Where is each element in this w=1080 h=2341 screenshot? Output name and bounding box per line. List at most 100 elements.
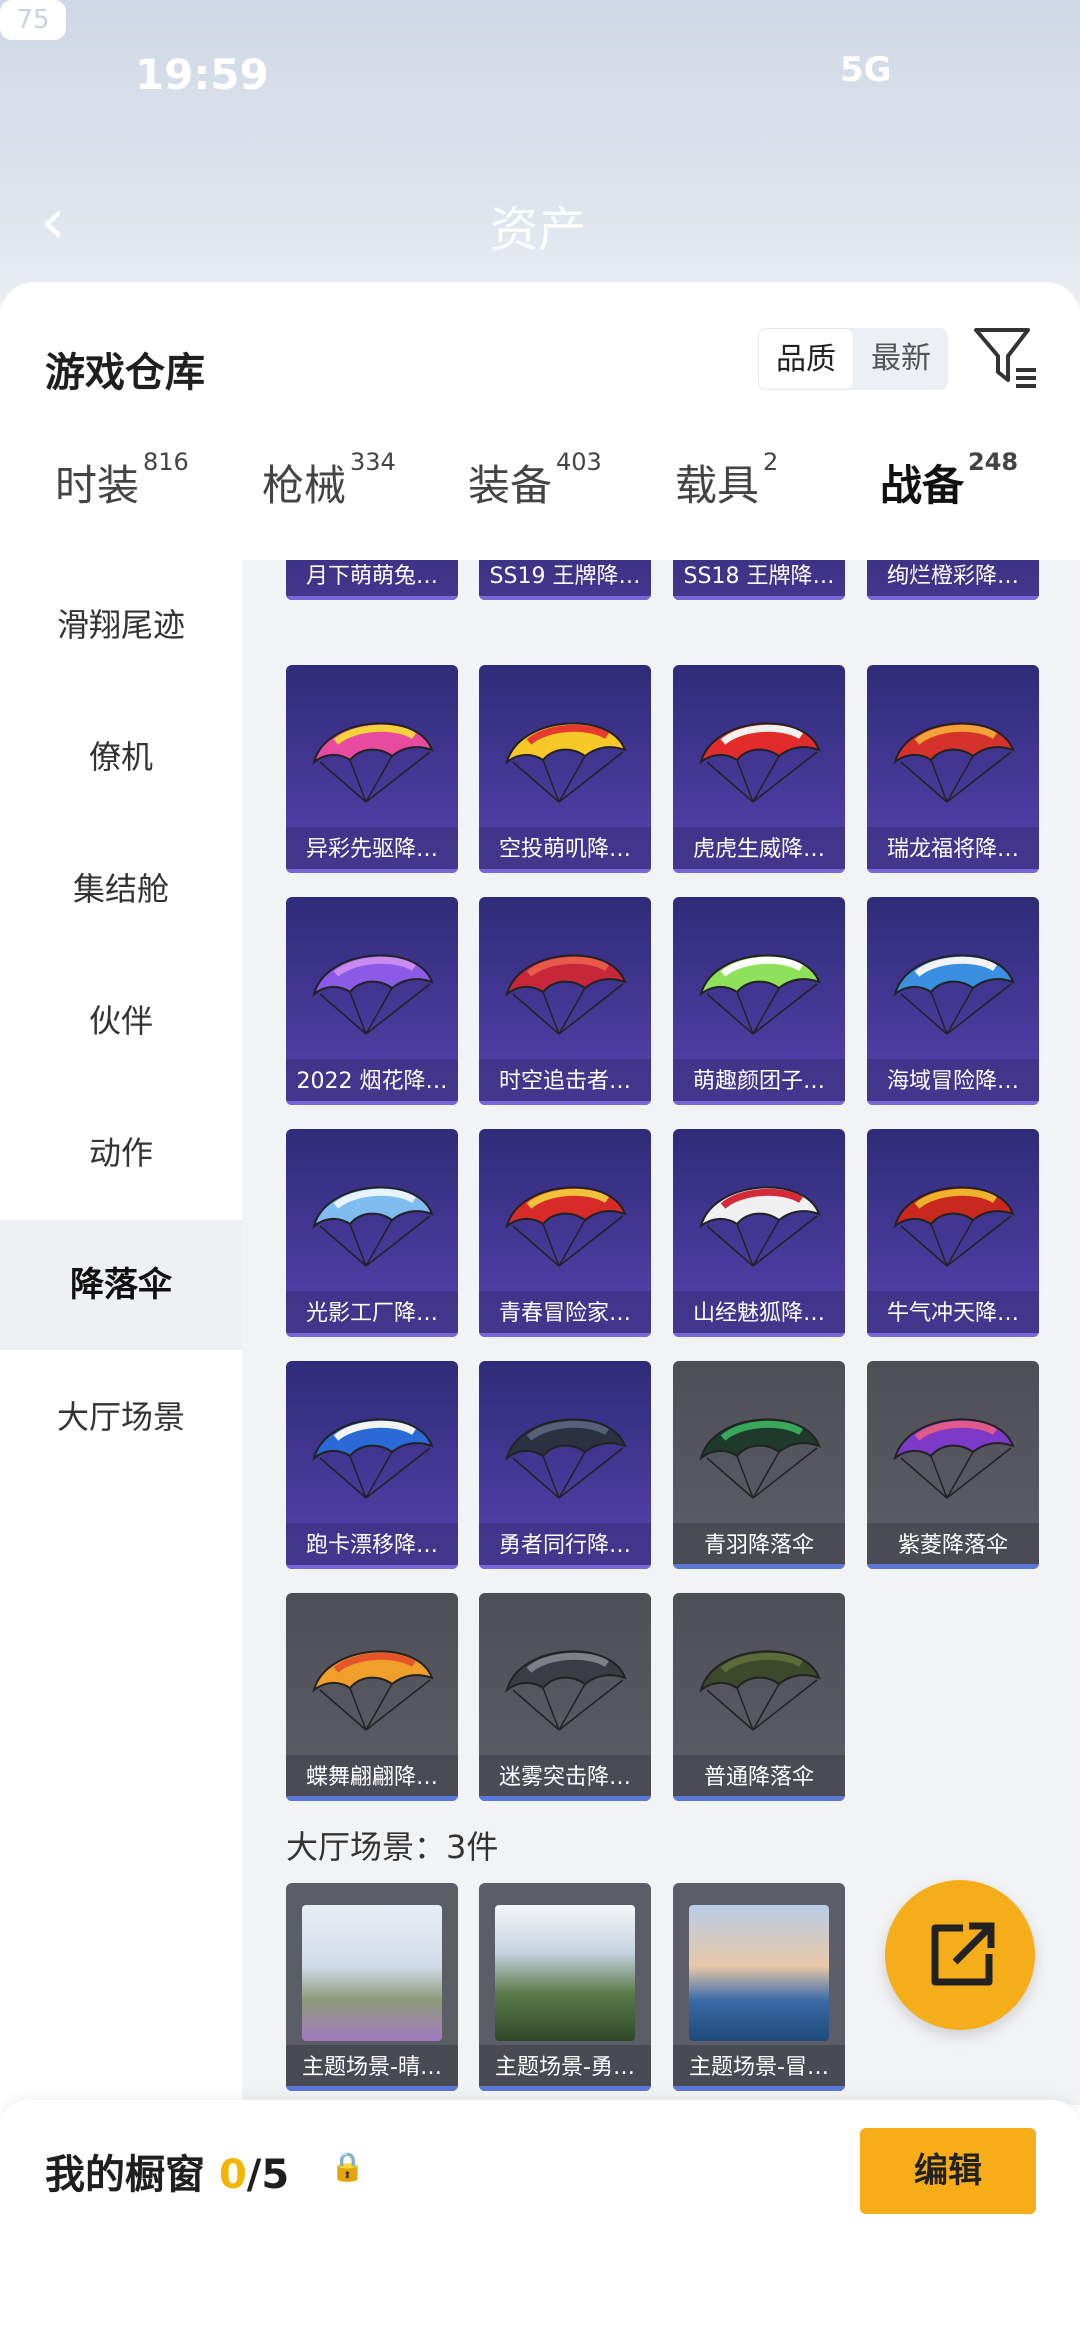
- sort-quality-option[interactable]: 品质: [758, 328, 854, 390]
- sidebar-item-pod[interactable]: 集结舱: [0, 824, 242, 954]
- parachute-card[interactable]: 勇者同行降…: [479, 1361, 651, 1569]
- sidebar-item-wingman[interactable]: 僚机: [0, 692, 242, 822]
- item-label: 牛气冲天降…: [867, 1291, 1039, 1337]
- showcase-bar: 我的橱窗 0/5 🔒 编辑: [0, 2100, 1080, 2341]
- section-heading: 大厅场景：3件: [286, 1828, 499, 1866]
- parachute-icon: [699, 722, 821, 803]
- parachute-card[interactable]: 普通降落伞: [673, 1593, 845, 1801]
- parachute-icon: [312, 1650, 434, 1731]
- parachute-card[interactable]: 空投萌叽降…: [479, 665, 651, 873]
- parachute-icon: [505, 1418, 627, 1499]
- item-label: 勇者同行降…: [479, 1523, 651, 1569]
- sidebar-item-emote[interactable]: 动作: [0, 1088, 242, 1218]
- sidebar-item-lobby-scene[interactable]: 大厅场景: [0, 1352, 242, 1482]
- top-bar: 19:59 5G 75 ‹ 资产: [0, 0, 1080, 300]
- item-label: 迷雾突击降…: [479, 1755, 651, 1801]
- parachute-card[interactable]: 2022 烟花降…: [286, 897, 458, 1105]
- page-title: 游戏仓库: [45, 350, 205, 396]
- scene-card[interactable]: 主题场景-晴…: [286, 1883, 458, 2091]
- share-icon: [931, 1922, 995, 1986]
- parachute-card[interactable]: 跑卡漂移降…: [286, 1361, 458, 1569]
- sort-newest-option[interactable]: 最新: [854, 328, 948, 390]
- parachute-card[interactable]: 异彩先驱降…: [286, 665, 458, 873]
- item-card[interactable]: SS18 王牌降…: [673, 560, 845, 600]
- tab-weapons[interactable]: 枪械 334: [262, 448, 396, 513]
- parachute-icon: [699, 1418, 821, 1499]
- item-label: 主题场景-冒…: [673, 2045, 845, 2091]
- parachute-card[interactable]: 虎虎生威降…: [673, 665, 845, 873]
- item-label: 普通降落伞: [673, 1755, 845, 1801]
- item-label: 跑卡漂移降…: [286, 1523, 458, 1569]
- parachute-card[interactable]: 蝶舞翩翩降…: [286, 1593, 458, 1801]
- tab-fashion[interactable]: 时装 816: [55, 448, 189, 513]
- tab-readiness[interactable]: 战备 248: [880, 448, 1018, 513]
- item-label: 萌趣颜团子…: [673, 1059, 845, 1105]
- sidebar-item-partner[interactable]: 伙伴: [0, 956, 242, 1086]
- item-label: 蝶舞翩翩降…: [286, 1755, 458, 1801]
- sidebar-item-glide-trail[interactable]: 滑翔尾迹: [0, 560, 242, 690]
- parachute-icon: [893, 722, 1015, 803]
- parachute-card[interactable]: 青春冒险家…: [479, 1129, 651, 1337]
- share-button[interactable]: [885, 1880, 1035, 2030]
- parachute-icon: [312, 1186, 434, 1267]
- nav-title: 资产: [490, 202, 587, 258]
- parachute-icon: [505, 1650, 627, 1731]
- scene-thumbnail: [495, 1905, 635, 2041]
- tab-vehicles[interactable]: 载具 2: [675, 448, 778, 513]
- item-label: SS19 王牌降…: [479, 560, 651, 600]
- scene-card[interactable]: 主题场景-勇…: [479, 1883, 651, 2091]
- item-label: 青羽降落伞: [673, 1523, 845, 1569]
- item-label: 山经魅狐降…: [673, 1291, 845, 1337]
- parachute-icon: [893, 1418, 1015, 1499]
- parachute-card[interactable]: 牛气冲天降…: [867, 1129, 1039, 1337]
- network-indicator: 5G: [840, 50, 892, 90]
- item-label: 主题场景-晴…: [286, 2045, 458, 2091]
- parachute-icon: [312, 954, 434, 1035]
- item-label: 瑞龙福将降…: [867, 827, 1039, 873]
- parachute-icon: [699, 954, 821, 1035]
- parachute-card[interactable]: 迷雾突击降…: [479, 1593, 651, 1801]
- parachute-card[interactable]: 时空追击者…: [479, 897, 651, 1105]
- parachute-card[interactable]: 瑞龙福将降…: [867, 665, 1039, 873]
- item-card[interactable]: 月下萌萌兔…: [286, 560, 458, 600]
- battery-indicator: 75: [0, 0, 66, 40]
- parachute-card[interactable]: 紫菱降落伞: [867, 1361, 1039, 1569]
- category-tabs: 时装 816 枪械 334 装备 403 载具 2 战备 248: [0, 448, 1080, 714]
- parachute-icon: [505, 1186, 627, 1267]
- parachute-card[interactable]: 海域冒险降…: [867, 897, 1039, 1105]
- item-label: 月下萌萌兔…: [286, 560, 458, 600]
- parachute-card[interactable]: 青羽降落伞: [673, 1361, 845, 1569]
- item-label: 绚烂橙彩降…: [867, 560, 1039, 600]
- parachute-card[interactable]: 萌趣颜团子…: [673, 897, 845, 1105]
- lock-icon: 🔒: [330, 2150, 365, 2183]
- item-card[interactable]: SS19 王牌降…: [479, 560, 651, 600]
- scene-thumbnail: [302, 1905, 442, 2041]
- parachute-icon: [505, 722, 627, 803]
- sort-toggle: 品质 最新: [758, 328, 948, 390]
- item-grid: 月下萌萌兔… SS19 王牌降… SS18 王牌降… 绚烂橙彩降… 异彩先驱降……: [242, 560, 1080, 2105]
- parachute-icon: [312, 1418, 434, 1499]
- item-label: 虎虎生威降…: [673, 827, 845, 873]
- item-label: 异彩先驱降…: [286, 827, 458, 873]
- parachute-card[interactable]: 光影工厂降…: [286, 1129, 458, 1337]
- item-label: 青春冒险家…: [479, 1291, 651, 1337]
- item-label: 紫菱降落伞: [867, 1523, 1039, 1569]
- parachute-icon: [893, 1186, 1015, 1267]
- edit-button[interactable]: 编辑: [860, 2128, 1036, 2214]
- status-time: 19:59: [135, 50, 269, 99]
- parachute-icon: [699, 1186, 821, 1267]
- item-card[interactable]: 绚烂橙彩降…: [867, 560, 1039, 600]
- tab-equipment[interactable]: 装备 403: [468, 448, 602, 513]
- scene-thumbnail: [689, 1905, 829, 2041]
- parachute-card[interactable]: 山经魅狐降…: [673, 1129, 845, 1337]
- back-icon[interactable]: ‹: [40, 190, 66, 254]
- item-label: 主题场景-勇…: [479, 2045, 651, 2091]
- scene-card[interactable]: 主题场景-冒…: [673, 1883, 845, 2091]
- sidebar: 滑翔尾迹 僚机 集结舱 伙伴 动作 降落伞 大厅场景: [0, 560, 242, 2100]
- item-label: 2022 烟花降…: [286, 1059, 458, 1105]
- filter-icon[interactable]: [970, 322, 1040, 392]
- item-label: 时空追击者…: [479, 1059, 651, 1105]
- sidebar-item-parachute[interactable]: 降落伞: [0, 1220, 242, 1350]
- item-label: 空投萌叽降…: [479, 827, 651, 873]
- item-label: 光影工厂降…: [286, 1291, 458, 1337]
